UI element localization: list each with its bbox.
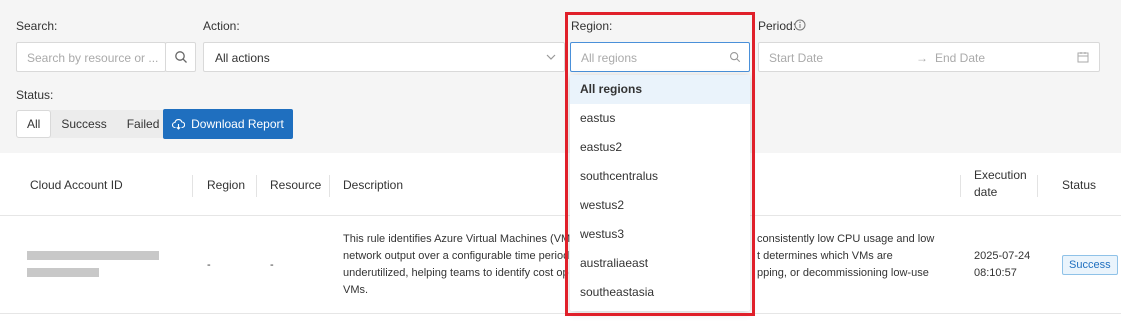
column-divider xyxy=(329,175,330,197)
column-divider xyxy=(960,175,961,197)
table-header-row: Cloud Account ID Region Resource Descrip… xyxy=(0,153,1121,216)
action-label: Action: xyxy=(203,19,240,33)
cell-execution-date: 2025-07-24 xyxy=(974,250,1031,262)
cloud-download-icon xyxy=(172,118,186,130)
header-status[interactable]: Status xyxy=(1062,178,1096,192)
region-dropdown-menu: All regions eastus eastus2 southcentralu… xyxy=(570,75,750,311)
cell-description-line: network output over a configurable time … xyxy=(343,250,570,262)
cell-description-line: This rule identifies Azure Virtual Machi… xyxy=(343,233,576,245)
search-icon xyxy=(175,51,187,63)
cell-description-line: consistently low CPU usage and low xyxy=(757,233,935,245)
region-option-westus2[interactable]: westus2 xyxy=(570,191,750,220)
end-date-field[interactable]: End Date xyxy=(935,51,985,65)
cell-region: - xyxy=(207,259,211,271)
column-divider xyxy=(256,175,257,197)
region-select[interactable]: All regions xyxy=(570,42,750,72)
status-option-failed[interactable]: Failed xyxy=(117,110,170,138)
region-option-eastus2[interactable]: eastus2 xyxy=(570,133,750,162)
cell-description-line: VMs. xyxy=(343,284,369,296)
calendar-icon xyxy=(1077,52,1089,63)
region-option-eastus[interactable]: eastus xyxy=(570,104,750,133)
action-select[interactable]: All actions xyxy=(203,42,565,72)
region-option-all-regions[interactable]: All regions xyxy=(570,75,750,104)
header-execution-date-line2: date xyxy=(974,185,998,199)
filter-panel: Search: Search by resource or ... Action… xyxy=(0,0,1121,153)
table-row[interactable]: - - This rule identifies Azure Virtual M… xyxy=(0,217,1121,314)
status-segmented-control: All Success Failed xyxy=(16,110,170,138)
header-description[interactable]: Description xyxy=(343,178,403,192)
start-date-field[interactable]: Start Date xyxy=(769,51,823,65)
column-divider xyxy=(192,175,193,197)
download-report-label: Download Report xyxy=(191,117,284,131)
search-placeholder: Search by resource or ... xyxy=(27,51,159,65)
redacted-account-id xyxy=(27,268,99,277)
region-option-southcentralus[interactable]: southcentralus xyxy=(570,162,750,191)
status-option-success[interactable]: Success xyxy=(51,110,116,138)
redacted-account-id xyxy=(27,251,159,260)
status-badge: Success xyxy=(1062,255,1118,275)
status-label: Status: xyxy=(16,88,54,102)
date-range-picker[interactable]: Start Date → End Date xyxy=(758,42,1100,72)
search-input[interactable]: Search by resource or ... xyxy=(16,42,166,72)
header-resource[interactable]: Resource xyxy=(270,178,321,192)
period-label: Period: xyxy=(758,19,797,33)
header-cloud-account-id[interactable]: Cloud Account ID xyxy=(30,178,123,192)
cell-description-line: t determines which VMs are xyxy=(757,250,893,262)
column-divider xyxy=(1037,175,1038,197)
search-label: Search: xyxy=(16,19,58,33)
region-placeholder: All regions xyxy=(581,51,638,65)
status-option-all[interactable]: All xyxy=(16,110,52,138)
cell-resource: - xyxy=(270,259,274,271)
region-option-australiaeast[interactable]: australiaeast xyxy=(570,249,750,278)
region-label: Region: xyxy=(571,19,613,33)
header-region[interactable]: Region xyxy=(207,178,245,192)
chevron-down-icon xyxy=(546,54,556,60)
download-report-button[interactable]: Download Report xyxy=(163,109,293,139)
region-option-westus3[interactable]: westus3 xyxy=(570,220,750,249)
action-value: All actions xyxy=(215,51,270,65)
range-arrow: → xyxy=(916,51,928,65)
info-icon[interactable] xyxy=(794,19,806,31)
cell-execution-time: 08:10:57 xyxy=(974,267,1017,279)
region-option-southeastasia[interactable]: southeastasia xyxy=(570,278,750,307)
cell-description-line: pping, or decommissioning low-use xyxy=(757,267,929,279)
search-button[interactable] xyxy=(165,42,196,72)
header-execution-date-line1[interactable]: Execution xyxy=(974,168,1027,182)
search-icon xyxy=(729,51,741,63)
cell-description-line: underutilized, helping teams to identify… xyxy=(343,267,569,279)
